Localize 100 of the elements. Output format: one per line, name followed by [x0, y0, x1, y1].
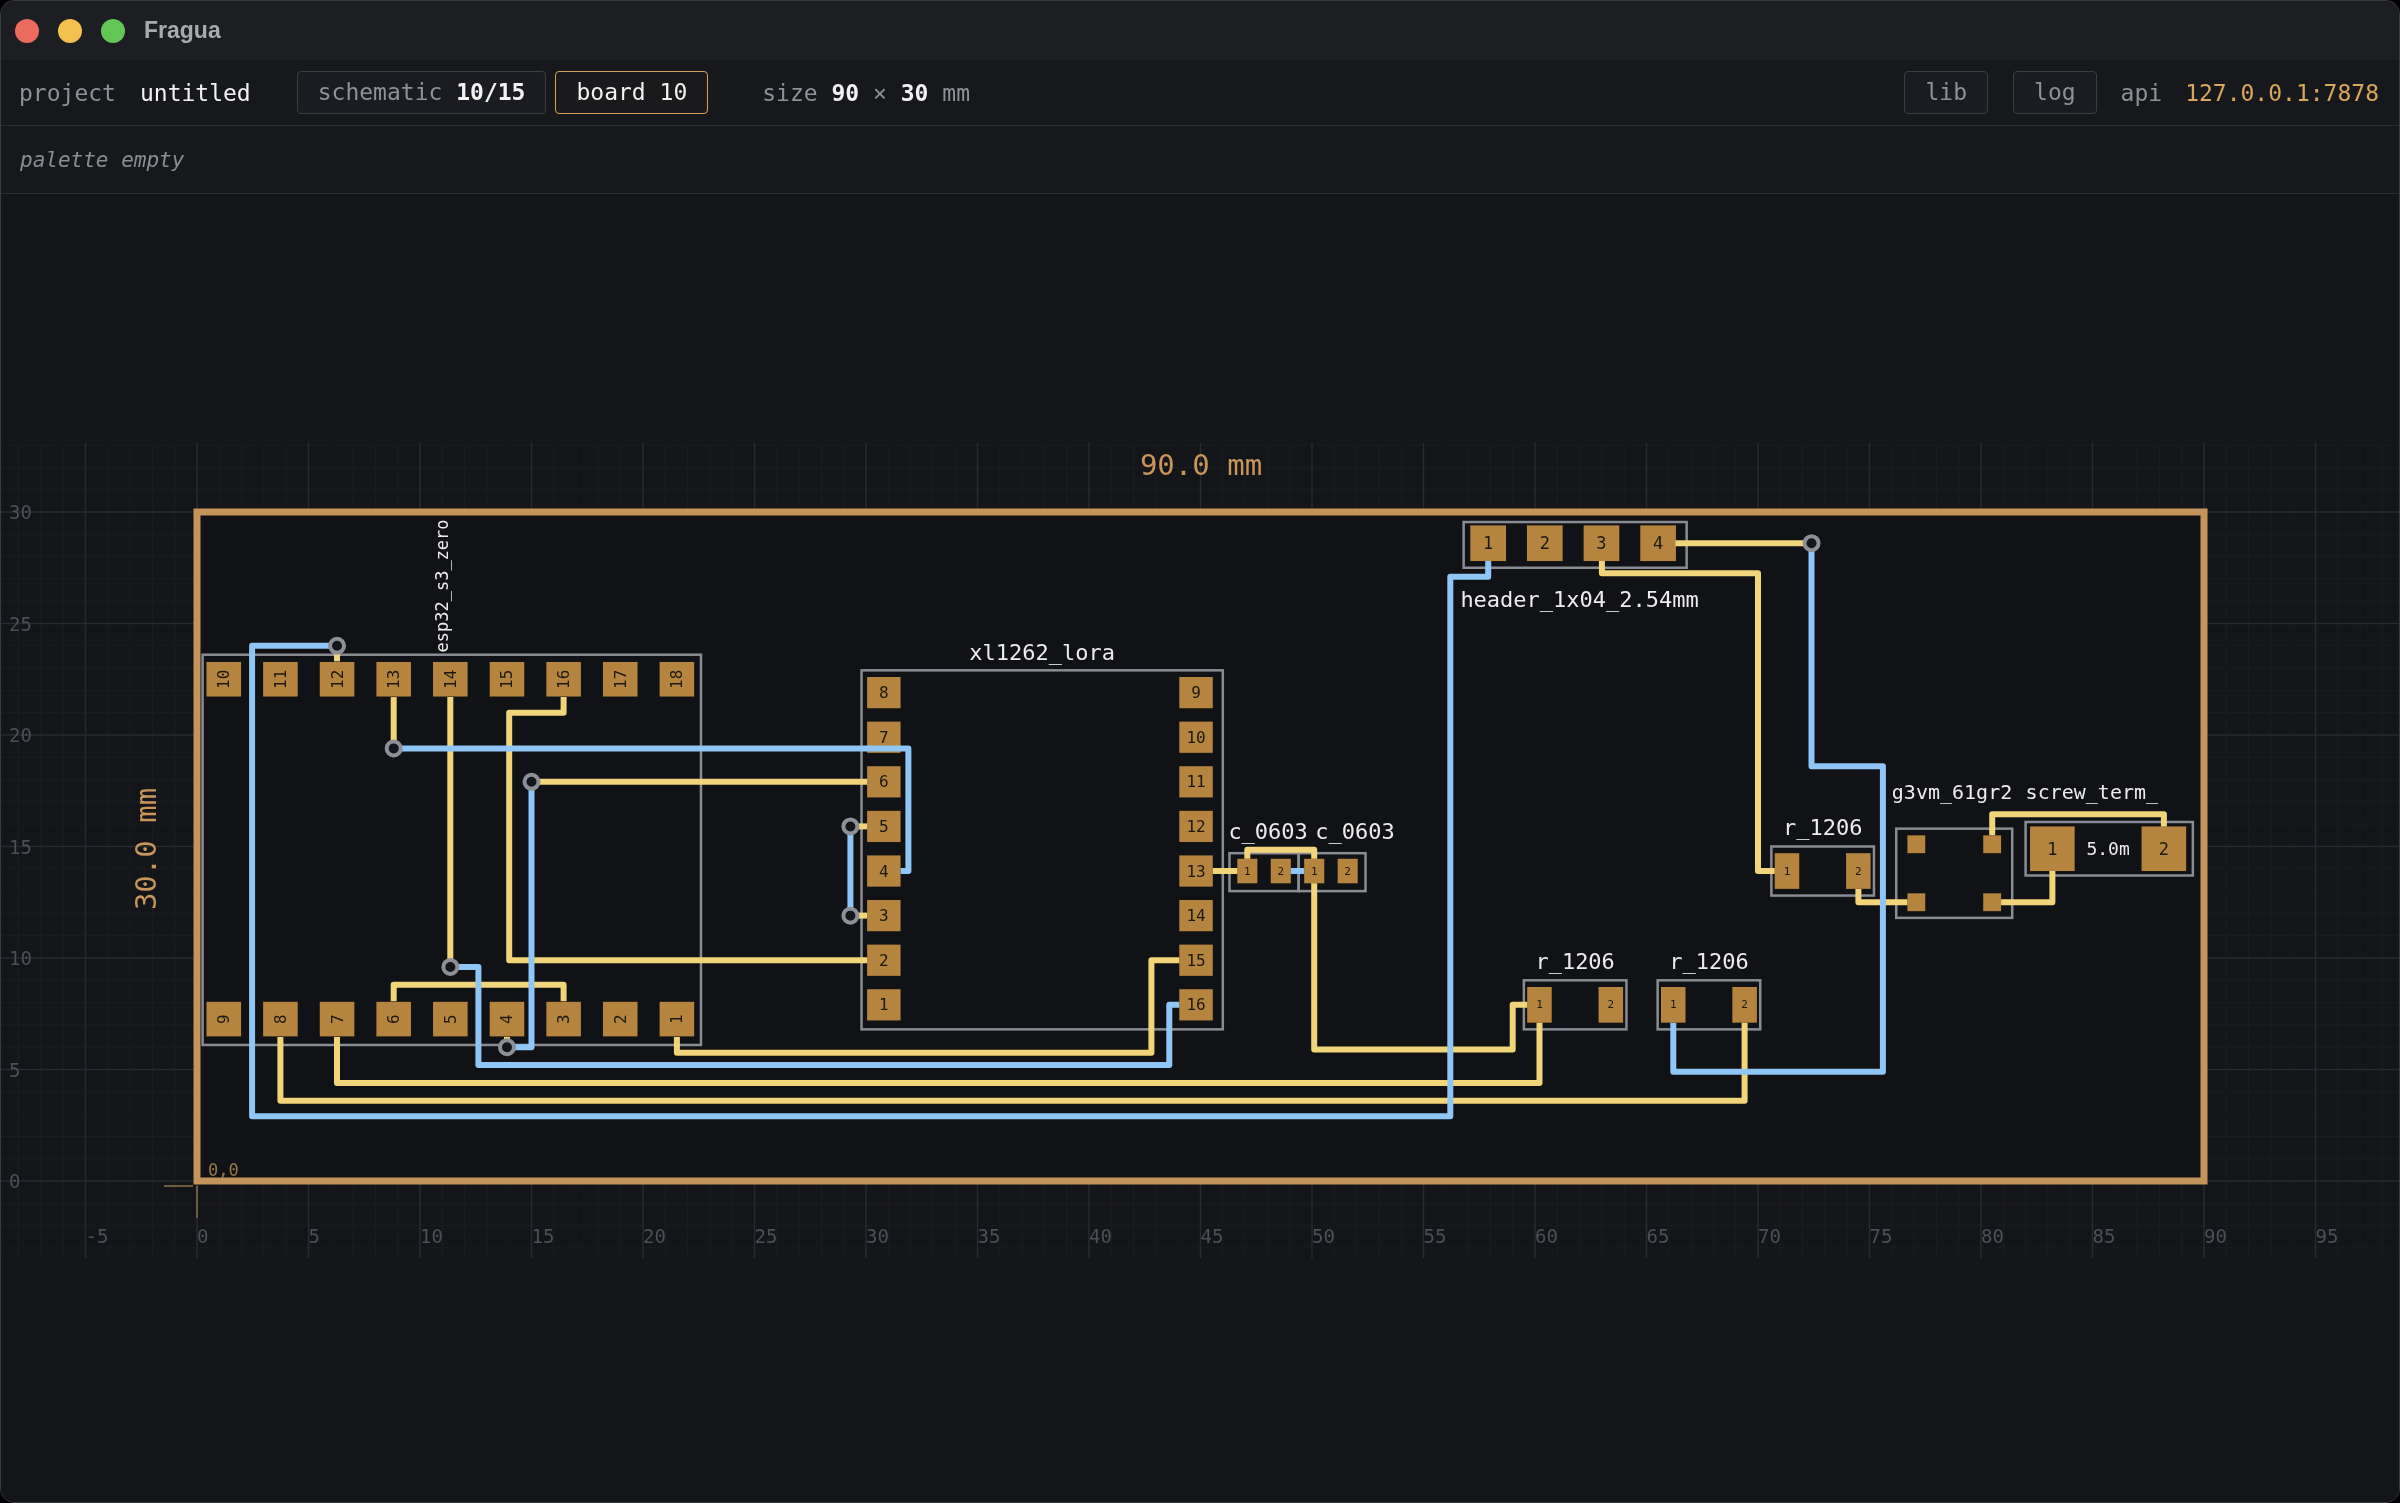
pad-number: 5 [440, 1014, 460, 1024]
copper-pad [1179, 944, 1213, 976]
pad-number: 9 [214, 1014, 234, 1024]
copper-pad [263, 661, 298, 697]
pad-number: 2 [1855, 864, 1862, 878]
footprint-label: 5.0m [2086, 838, 2130, 860]
minimize-icon[interactable] [58, 18, 82, 43]
pad-number: 7 [879, 727, 889, 747]
via-icon [441, 957, 460, 976]
via-icon [841, 817, 860, 836]
project-label: project [19, 79, 116, 106]
board-width-label: 90.0 mm [1139, 448, 1263, 482]
copper-pad [867, 855, 901, 887]
pad-number: 1 [879, 995, 889, 1015]
project-name: untitled [139, 79, 251, 106]
copper-pad [546, 1001, 581, 1037]
footprint-label: esp32_s3_zero [432, 519, 453, 653]
via-icon [384, 739, 403, 758]
copper-pad [1179, 989, 1213, 1021]
pad-number: 14 [440, 669, 460, 689]
pad-number: 1 [1669, 998, 1677, 1012]
footprint-label: r_1206 [1669, 949, 1749, 975]
axis-tick-label: 85 [2092, 1225, 2116, 1247]
axis-tick-label: 20 [9, 724, 32, 746]
pad-number: 15 [497, 669, 517, 689]
axis-tick-label: 20 [643, 1225, 666, 1247]
copper-pad [1907, 835, 1926, 854]
footprint-label: c_0603 [1315, 818, 1395, 844]
pad-number: 14 [1186, 906, 1206, 926]
footprint-label: screw_term_ [2025, 779, 2159, 804]
copper-pad [1179, 677, 1213, 709]
axis-tick-label: 10 [9, 947, 32, 969]
toolbar-button[interactable]: log [2013, 71, 2097, 114]
close-icon[interactable] [15, 18, 39, 43]
footprint-label: xl1262_lora [969, 640, 1115, 666]
axis-tick-label: 5 [308, 1225, 320, 1247]
copper-pad [1304, 858, 1325, 884]
pad-number: 15 [1186, 950, 1206, 970]
copper-pad [1846, 853, 1871, 889]
axis-tick-label: 35 [977, 1225, 1001, 1247]
copper-pad [263, 1001, 298, 1037]
copper-pad [867, 900, 901, 932]
pad-number: 2 [1344, 864, 1351, 878]
pad-number: 9 [1191, 683, 1201, 703]
pad-number: 3 [879, 906, 889, 926]
pad-number: 18 [667, 669, 687, 689]
axis-tick-label: 40 [1089, 1225, 1112, 1247]
copper-pad [376, 1001, 411, 1037]
copper-pad [1470, 525, 1506, 562]
view-tab[interactable]: schematic 10/15 [296, 71, 547, 114]
maximize-icon[interactable] [101, 18, 125, 43]
pad-number: 16 [554, 669, 574, 689]
board-size-text: size 90 × 30 mm [762, 79, 970, 106]
axis-tick-label: 45 [1200, 1225, 1224, 1247]
pad-number: 1 [2047, 838, 2058, 859]
pad-number: 2 [1539, 533, 1550, 554]
axis-tick-label: 95 [2315, 1225, 2339, 1247]
copper-pad [1179, 766, 1213, 798]
copper-pad [1526, 525, 1563, 562]
copper-pad [1237, 858, 1258, 884]
copper-pad [867, 766, 901, 798]
copper-pad [867, 944, 901, 976]
copper-pad [1907, 893, 1926, 912]
pad-number: 2 [1741, 998, 1748, 1012]
axis-tick-label: 60 [1535, 1225, 1558, 1247]
pad-number: 10 [1186, 727, 1206, 747]
pad-number: 2 [879, 950, 889, 970]
copper-pad [1179, 855, 1213, 887]
copper-pad [433, 661, 468, 697]
pad-number: 13 [1186, 861, 1206, 881]
axis-tick-label: 5 [9, 1058, 21, 1081]
axis-tick-label: 90 [2204, 1225, 2227, 1247]
pad-number: 6 [879, 772, 889, 792]
copper-pad [1179, 900, 1213, 932]
copper-pad [433, 1001, 468, 1037]
via-icon [841, 906, 860, 925]
palette-status: palette empty [20, 147, 185, 172]
footprint-label: header_1x04_2.54mm [1460, 586, 1699, 612]
pad-number: 11 [270, 669, 290, 689]
pad-number: 2 [1607, 998, 1615, 1012]
pad-number: 3 [554, 1014, 574, 1024]
pad-number: 12 [327, 669, 347, 689]
axis-tick-label: 65 [1646, 1225, 1670, 1247]
axis-tick-label: 0 [9, 1170, 21, 1192]
pad-number: 4 [497, 1014, 517, 1024]
view-tab[interactable]: board 10 [555, 71, 709, 114]
toolbar-button[interactable]: lib [1904, 71, 1989, 114]
pad-number: 1 [1483, 533, 1494, 554]
pad-number: 2 [2158, 838, 2169, 859]
copper-pad [867, 810, 901, 843]
copper-pad [1732, 987, 1757, 1023]
pad-number: 2 [610, 1014, 630, 1024]
pad-number: 1 [1783, 864, 1791, 878]
copper-pad [206, 661, 242, 697]
footprint-outline [1297, 851, 1367, 893]
copper-pad [546, 661, 581, 697]
axis-tick-label: 25 [9, 612, 32, 635]
axis-tick-label: 15 [9, 835, 32, 858]
axis-tick-label: 0 [197, 1225, 209, 1247]
footprint-label: r_1206 [1535, 949, 1615, 975]
